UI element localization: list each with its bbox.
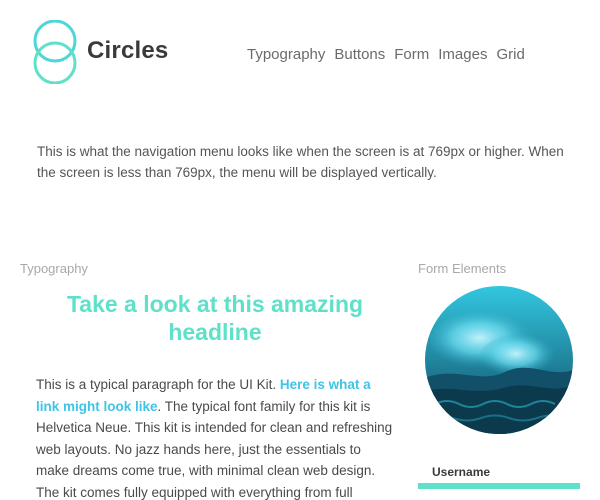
- nav-item-typography[interactable]: Typography: [247, 45, 325, 65]
- nav-item-images[interactable]: Images: [438, 45, 487, 65]
- paragraph-text-start: This is a typical paragraph for the UI K…: [36, 377, 280, 392]
- intro-text: This is what the navigation menu looks l…: [37, 144, 564, 180]
- logo-icon: [33, 20, 77, 84]
- username-input[interactable]: [418, 483, 580, 489]
- brand-name: Circles: [87, 37, 169, 64]
- section-label-typography: Typography: [20, 261, 88, 276]
- page: Circles Typography Buttons Form Images G…: [0, 0, 600, 500]
- headline: Take a look at this amazing headline: [66, 291, 364, 345]
- username-label: Username: [432, 465, 491, 479]
- nav-item-form[interactable]: Form: [394, 45, 429, 65]
- ocean-wave-image: [425, 286, 573, 434]
- main-nav: Typography Buttons Form Images Grid: [247, 45, 525, 65]
- section-label-form-elements: Form Elements: [418, 261, 507, 276]
- wave-image-graphic: [425, 286, 573, 434]
- body-paragraph: This is a typical paragraph for the UI K…: [36, 374, 396, 500]
- nav-item-grid[interactable]: Grid: [496, 45, 524, 65]
- nav-item-buttons[interactable]: Buttons: [334, 45, 385, 65]
